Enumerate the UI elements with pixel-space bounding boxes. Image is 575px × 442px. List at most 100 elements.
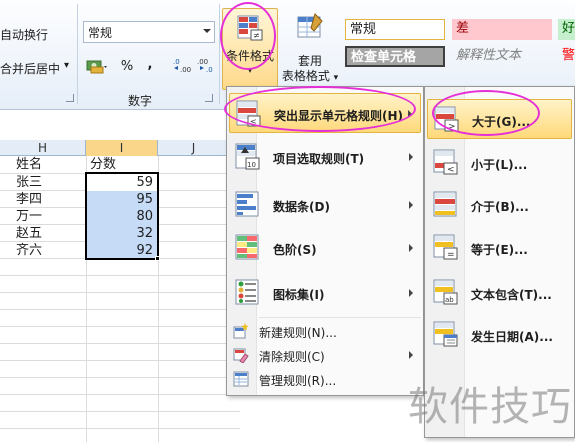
alignment-launcher-icon[interactable] [66, 94, 74, 102]
menu-separator [259, 317, 421, 318]
manage-rules-icon [233, 371, 249, 387]
svg-text:=: = [447, 250, 455, 260]
menu-item-color-scales[interactable]: 色阶(S) [229, 228, 421, 268]
menu-item-label: 图标集(I) [273, 288, 325, 302]
chevron-right-icon [409, 289, 413, 297]
text-contains-icon: ab [431, 277, 461, 307]
style-check-cell[interactable]: 检查单元格 [345, 46, 445, 67]
less-than-icon: < [431, 147, 461, 177]
comma-style-button[interactable]: , [143, 54, 157, 76]
column-header-h[interactable]: H [0, 140, 86, 156]
gridline [0, 292, 240, 293]
equal-to-icon: = [431, 232, 461, 262]
svg-text:<: < [447, 165, 455, 175]
data-bars-icon [233, 189, 263, 219]
group-separator [77, 4, 78, 104]
menu-item-clear-rules[interactable]: 清除规则(C) [229, 344, 421, 366]
submenu-item-equal-to[interactable]: = 等于(E)... [427, 228, 572, 268]
currency-icon [86, 60, 107, 74]
decrease-decimal-icon: .00 .0 [197, 58, 213, 74]
style-warning[interactable]: 警 [558, 46, 575, 67]
menu-item-icon-sets[interactable]: 图标集(I) [229, 273, 421, 313]
number-group-label: 数字 [128, 94, 153, 108]
between-icon [431, 189, 461, 219]
clear-rules-icon [233, 347, 249, 364]
merge-center-button[interactable]: 合并后居中 [0, 60, 60, 77]
column-header-i[interactable]: I [86, 140, 158, 156]
style-normal[interactable]: 常规 [345, 19, 445, 40]
style-explanatory[interactable]: 解释性文本 [452, 46, 552, 67]
cell-name[interactable]: 李四 [16, 191, 42, 208]
gridline [0, 394, 240, 395]
highlight-ring-submenu-item [432, 90, 540, 136]
menu-item-label: 新建规则(N)... [259, 326, 337, 340]
icon-sets-icon [233, 277, 263, 307]
svg-text:ab: ab [445, 296, 454, 304]
increase-decimal-button[interactable]: .0 .00 [172, 56, 192, 78]
gridline [0, 411, 240, 412]
submenu-item-label: 介于(B)... [471, 200, 529, 214]
group-separator [219, 4, 220, 104]
svg-text:.0: .0 [206, 66, 213, 74]
submenu-item-less-than[interactable]: < 小于(L)... [427, 143, 572, 183]
number-launcher-icon[interactable] [205, 94, 213, 102]
gridline [0, 360, 240, 361]
gridline [0, 343, 240, 344]
gridline [0, 309, 240, 310]
style-bad[interactable]: 差 [452, 19, 552, 40]
new-rule-icon [233, 323, 249, 339]
conditional-format-menu: < 突出显示单元格规则(H) 10 项目选取规则(T) 数据条(D) 色阶(S)… [226, 86, 424, 396]
gridline [0, 377, 240, 378]
percent-button[interactable]: % [118, 56, 136, 78]
format-as-table-label-text: 表格格式 [281, 69, 330, 83]
date-occurring-icon [431, 319, 461, 349]
menu-item-top-bottom-rules[interactable]: 10 项目选取规则(T) [229, 137, 421, 177]
column-header-j[interactable]: J [158, 140, 230, 156]
chevron-right-icon [409, 244, 413, 252]
chevron-down-icon[interactable] [203, 29, 211, 33]
menu-item-label: 清除规则(C) [259, 350, 325, 364]
color-scales-icon [233, 232, 263, 262]
top-bottom-rules-icon: 10 [233, 141, 263, 171]
format-as-table-icon [295, 12, 325, 42]
svg-text:.00: .00 [180, 66, 191, 74]
submenu-item-label: 小于(L)... [471, 158, 528, 172]
submenu-item-between[interactable]: 介于(B)... [427, 185, 572, 225]
menu-item-data-bars[interactable]: 数据条(D) [229, 185, 421, 225]
cell-name[interactable]: 万一 [16, 208, 42, 225]
format-as-table-label-2: 表格格式 ▾ [280, 69, 340, 86]
fill-handle[interactable] [155, 256, 160, 261]
cell-name[interactable]: 张三 [16, 174, 42, 191]
watermark: 软件技巧 [408, 384, 572, 430]
submenu-item-date-occurring[interactable]: 发生日期(A)... [427, 315, 572, 355]
currency-format-button[interactable] [84, 56, 110, 78]
number-format-combo[interactable]: 常规 [83, 21, 215, 43]
cell-name[interactable]: 赵五 [16, 225, 42, 242]
submenu-item-label: 发生日期(A)... [471, 330, 553, 344]
format-as-table-button[interactable]: 套用 表格格式 ▾ [280, 8, 340, 90]
cell-name[interactable]: 齐六 [16, 242, 42, 259]
gridline [0, 275, 240, 276]
chevron-right-icon [409, 201, 413, 209]
svg-text:.0: .0 [173, 58, 180, 66]
decrease-decimal-button[interactable]: .00 .0 [196, 56, 216, 78]
menu-item-label: 管理规则(R)... [259, 374, 337, 388]
wrap-text-button[interactable]: 自动换行 [0, 26, 48, 43]
cell-header-name[interactable]: 姓名 [16, 156, 42, 173]
merge-dropdown-arrow[interactable]: ▾ [64, 60, 69, 71]
cell-header-score[interactable]: 分数 [90, 156, 116, 173]
gridline [0, 326, 240, 327]
column-headers: H I J [0, 140, 240, 156]
highlight-ring-cf-button [220, 2, 276, 70]
style-good[interactable]: 好 [558, 19, 575, 40]
svg-text:10: 10 [247, 161, 256, 169]
chevron-down-icon: ▾ [333, 73, 339, 83]
chevron-right-icon [409, 153, 413, 161]
submenu-item-text-contains[interactable]: ab 文本包含(T)... [427, 273, 572, 313]
menu-item-manage-rules[interactable]: 管理规则(R)... [229, 368, 421, 390]
submenu-item-label: 等于(E)... [471, 243, 528, 257]
gridline [0, 428, 240, 429]
menu-item-new-rule[interactable]: 新建规则(N)... [229, 320, 421, 342]
menu-item-label: 色阶(S) [273, 243, 317, 257]
chevron-right-icon [409, 351, 413, 359]
